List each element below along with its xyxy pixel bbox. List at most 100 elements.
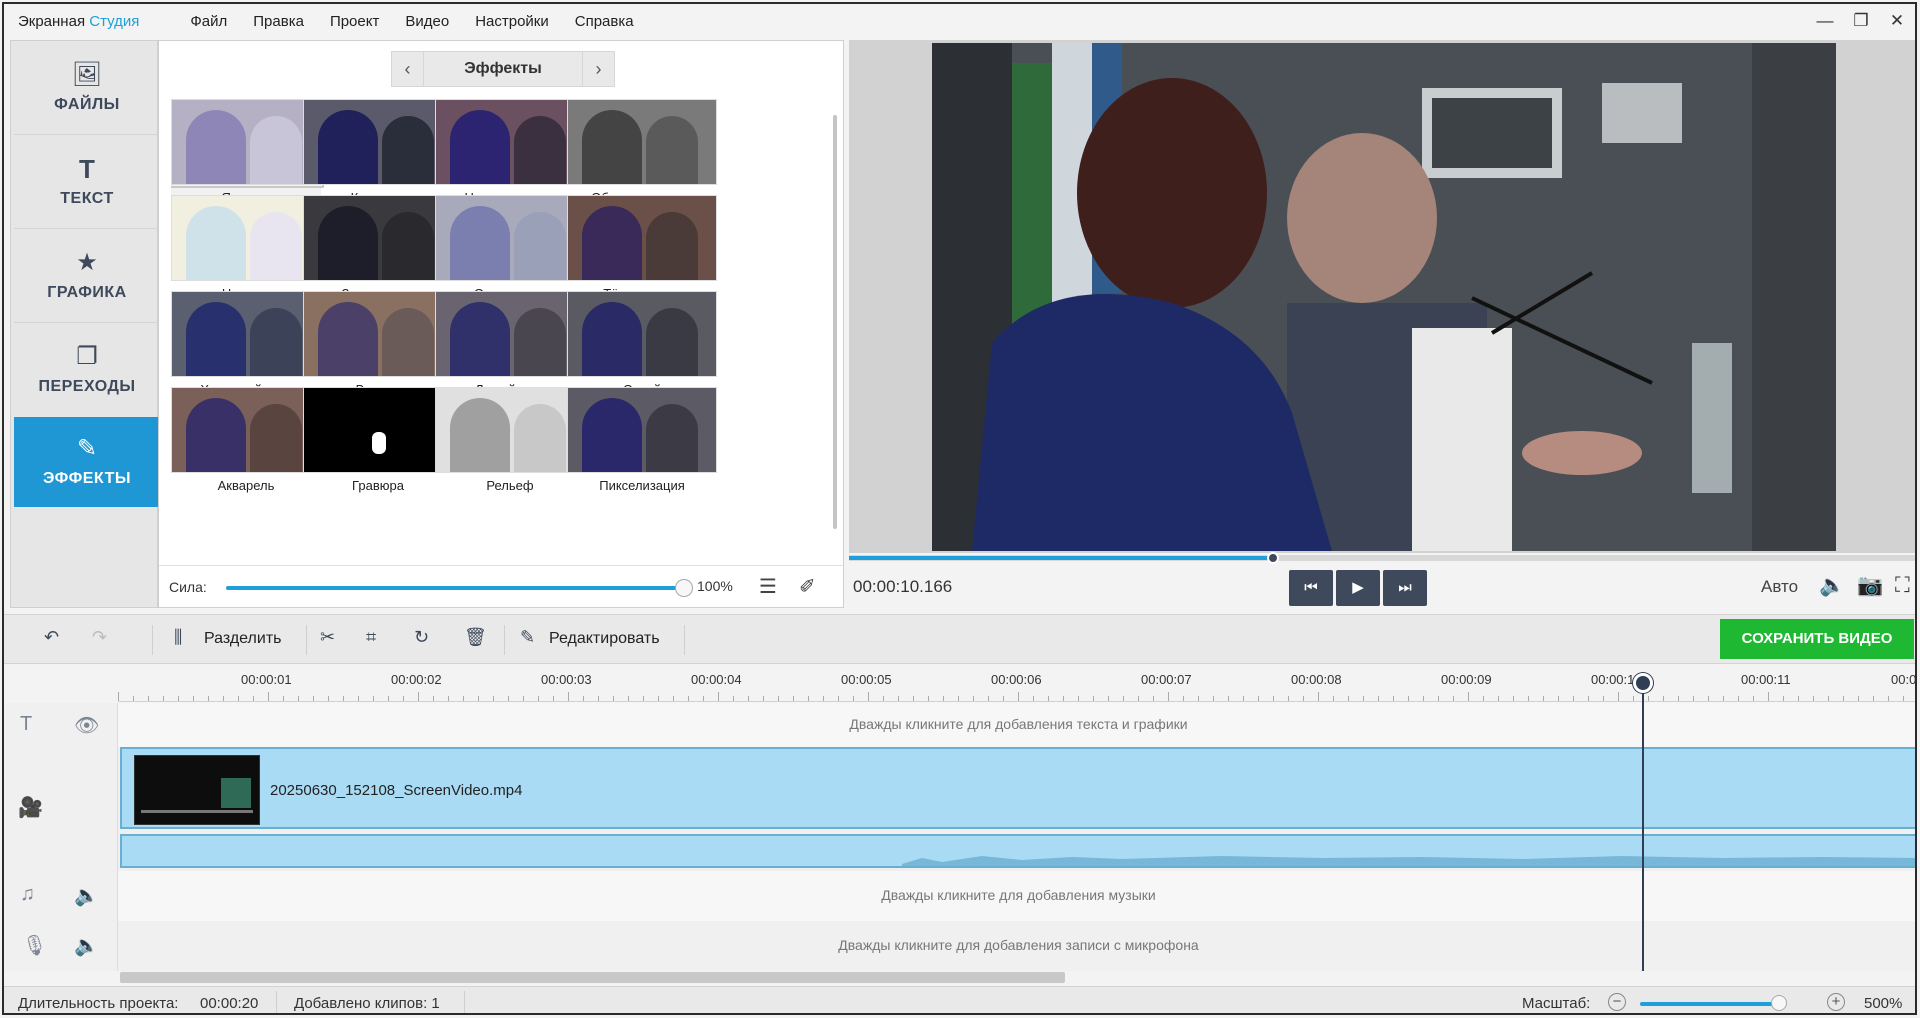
video-frame[interactable] <box>932 43 1836 551</box>
crop-icon[interactable]: ⌗ <box>366 627 376 648</box>
menu-video[interactable]: Видео <box>392 13 462 30</box>
settings-sliders-icon[interactable]: ☰ <box>759 574 777 599</box>
ruler-tick <box>433 696 434 701</box>
eye-icon[interactable]: 👁 <box>74 713 99 738</box>
quality-selector[interactable]: Авто <box>1761 577 1798 597</box>
music-track-header: ♫ 🔈 <box>4 871 118 921</box>
strength-slider[interactable] <box>226 586 682 590</box>
strength-slider-handle[interactable] <box>675 579 693 597</box>
effect-label: Рельеф <box>486 478 534 493</box>
effects-scrollbar[interactable] <box>833 115 837 529</box>
save-video-button[interactable]: СОХРАНИТЬ ВИДЕО <box>1720 619 1914 659</box>
menu-file[interactable]: Файл <box>177 13 240 30</box>
zoom-out-button[interactable]: − <box>1608 993 1626 1011</box>
zoom-slider[interactable] <box>1640 1002 1780 1006</box>
prev-category-button[interactable]: ‹ <box>392 52 424 86</box>
ruler-tick <box>1873 696 1874 701</box>
ruler-tick <box>523 696 524 701</box>
effect-tile-engraving[interactable]: Гравюра <box>303 387 453 499</box>
effects-title: Эффекты <box>464 60 542 77</box>
ruler-tick <box>478 696 479 701</box>
music-track[interactable]: Дважды кликните для добавления музыки <box>118 871 1915 921</box>
close-button[interactable]: ✕ <box>1879 11 1915 31</box>
nav-transitions[interactable]: ❐ ПЕРЕХОДЫ <box>14 325 160 415</box>
redo-icon[interactable]: ↷ <box>92 627 107 648</box>
next-frame-button[interactable]: ⏭ <box>1383 570 1427 606</box>
ruler-tick-label: 00:00:02 <box>391 672 442 687</box>
play-button[interactable]: ▶ <box>1336 570 1380 606</box>
mic-volume-icon[interactable]: 🔈 <box>74 933 99 958</box>
nav-graphics-label: ГРАФИКА <box>47 284 127 301</box>
effect-tile-relief[interactable]: Рельеф <box>435 387 585 499</box>
ruler-tick <box>1078 696 1079 701</box>
effect-thumbnail <box>435 291 585 377</box>
nav-effects[interactable]: ✎ ЭФФЕКТЫ <box>14 417 170 507</box>
prev-frame-button[interactable]: ⏮ <box>1289 570 1333 606</box>
text-track[interactable]: Дважды кликните для добавления текста и … <box>118 703 1915 747</box>
menu-settings[interactable]: Настройки <box>462 13 562 30</box>
menu-help[interactable]: Справка <box>562 13 647 30</box>
clips-count: Добавлено клипов: 1 <box>294 995 440 1012</box>
ruler-tick <box>1648 696 1649 701</box>
delete-icon[interactable]: 🗑 <box>464 627 487 648</box>
rotate-icon[interactable]: ↻ <box>414 627 429 648</box>
ruler-tick <box>913 696 914 701</box>
clip-audio-waveform[interactable] <box>120 834 1915 868</box>
nav-graphics[interactable]: ★ ГРАФИКА <box>14 231 160 321</box>
nav-text-label: ТЕКСТ <box>60 190 114 207</box>
ruler-tick <box>1408 696 1409 701</box>
fullscreen-icon[interactable]: ⛶ <box>1895 574 1910 598</box>
cut-icon[interactable]: ✂ <box>320 627 335 648</box>
menu-edit[interactable]: Правка <box>240 13 317 30</box>
ruler-tick <box>1753 696 1754 701</box>
effects-header: ‹ Эффекты › <box>391 51 615 87</box>
effect-thumbnail <box>303 99 453 185</box>
ruler-tick <box>1813 696 1814 701</box>
volume-icon[interactable]: 🔈 <box>1819 574 1845 598</box>
split-button[interactable]: Разделить <box>204 630 281 648</box>
playhead-handle[interactable] <box>1633 673 1653 693</box>
effect-thumbnail <box>567 99 717 185</box>
restore-button[interactable]: ❐ <box>1843 11 1879 31</box>
effect-tile-watercolor[interactable]: Акварель <box>171 387 321 499</box>
ruler-tick <box>1663 696 1664 701</box>
waveform-graphic <box>902 856 1915 866</box>
ruler-tick <box>1678 696 1679 701</box>
nav-files[interactable]: 🖼 ФАЙЛЫ <box>14 43 160 133</box>
text-track-hint: Дважды кликните для добавления текста и … <box>849 716 1188 732</box>
ruler-tick <box>1213 696 1214 701</box>
nav-text[interactable]: T ТЕКСТ <box>14 137 160 227</box>
mic-track-header: 🎙 🔈 <box>4 921 118 971</box>
camera-icon[interactable]: 📷 <box>1857 574 1883 598</box>
brush-icon[interactable]: ✐ <box>799 574 816 599</box>
strength-label: Сила: <box>169 578 207 595</box>
edit-button[interactable]: Редактировать <box>549 630 660 648</box>
ruler-tick <box>1348 696 1349 701</box>
ruler-tick-label: 00:00:07 <box>1141 672 1192 687</box>
zoom-in-button[interactable]: + <box>1827 993 1845 1011</box>
menu-project[interactable]: Проект <box>317 13 392 30</box>
ruler-tick <box>1618 692 1619 701</box>
effect-tile-pixel[interactable]: Пикселизация <box>567 387 717 499</box>
next-category-button[interactable]: › <box>582 52 614 86</box>
zoom-label: Масштаб: <box>1522 995 1591 1012</box>
timeline-scrollbar[interactable] <box>120 972 1065 983</box>
mic-track[interactable]: Дважды кликните для добавления записи с … <box>118 921 1915 971</box>
nav-files-label: ФАЙЛЫ <box>54 96 120 113</box>
ruler-tick <box>418 692 419 701</box>
undo-icon[interactable]: ↶ <box>44 627 59 648</box>
music-volume-icon[interactable]: 🔈 <box>74 883 99 908</box>
split-icon[interactable]: ⫼ <box>174 627 182 648</box>
duration-label: Длительность проекта: <box>18 995 179 1012</box>
zoom-slider-handle[interactable] <box>1771 995 1787 1011</box>
ruler-tick <box>313 696 314 701</box>
ruler-tick <box>1048 696 1049 701</box>
effect-thumbnail <box>171 195 321 281</box>
minimize-button[interactable]: — <box>1807 11 1843 31</box>
edit-icon[interactable]: ✎ <box>520 627 535 648</box>
ruler-tick-label: 00:00:04 <box>691 672 742 687</box>
preview-progress[interactable] <box>849 552 1915 564</box>
ruler-tick <box>298 696 299 701</box>
ruler-tick <box>1123 696 1124 701</box>
video-clip[interactable]: 20250630_152108_ScreenVideo.mp4 <box>120 747 1915 829</box>
